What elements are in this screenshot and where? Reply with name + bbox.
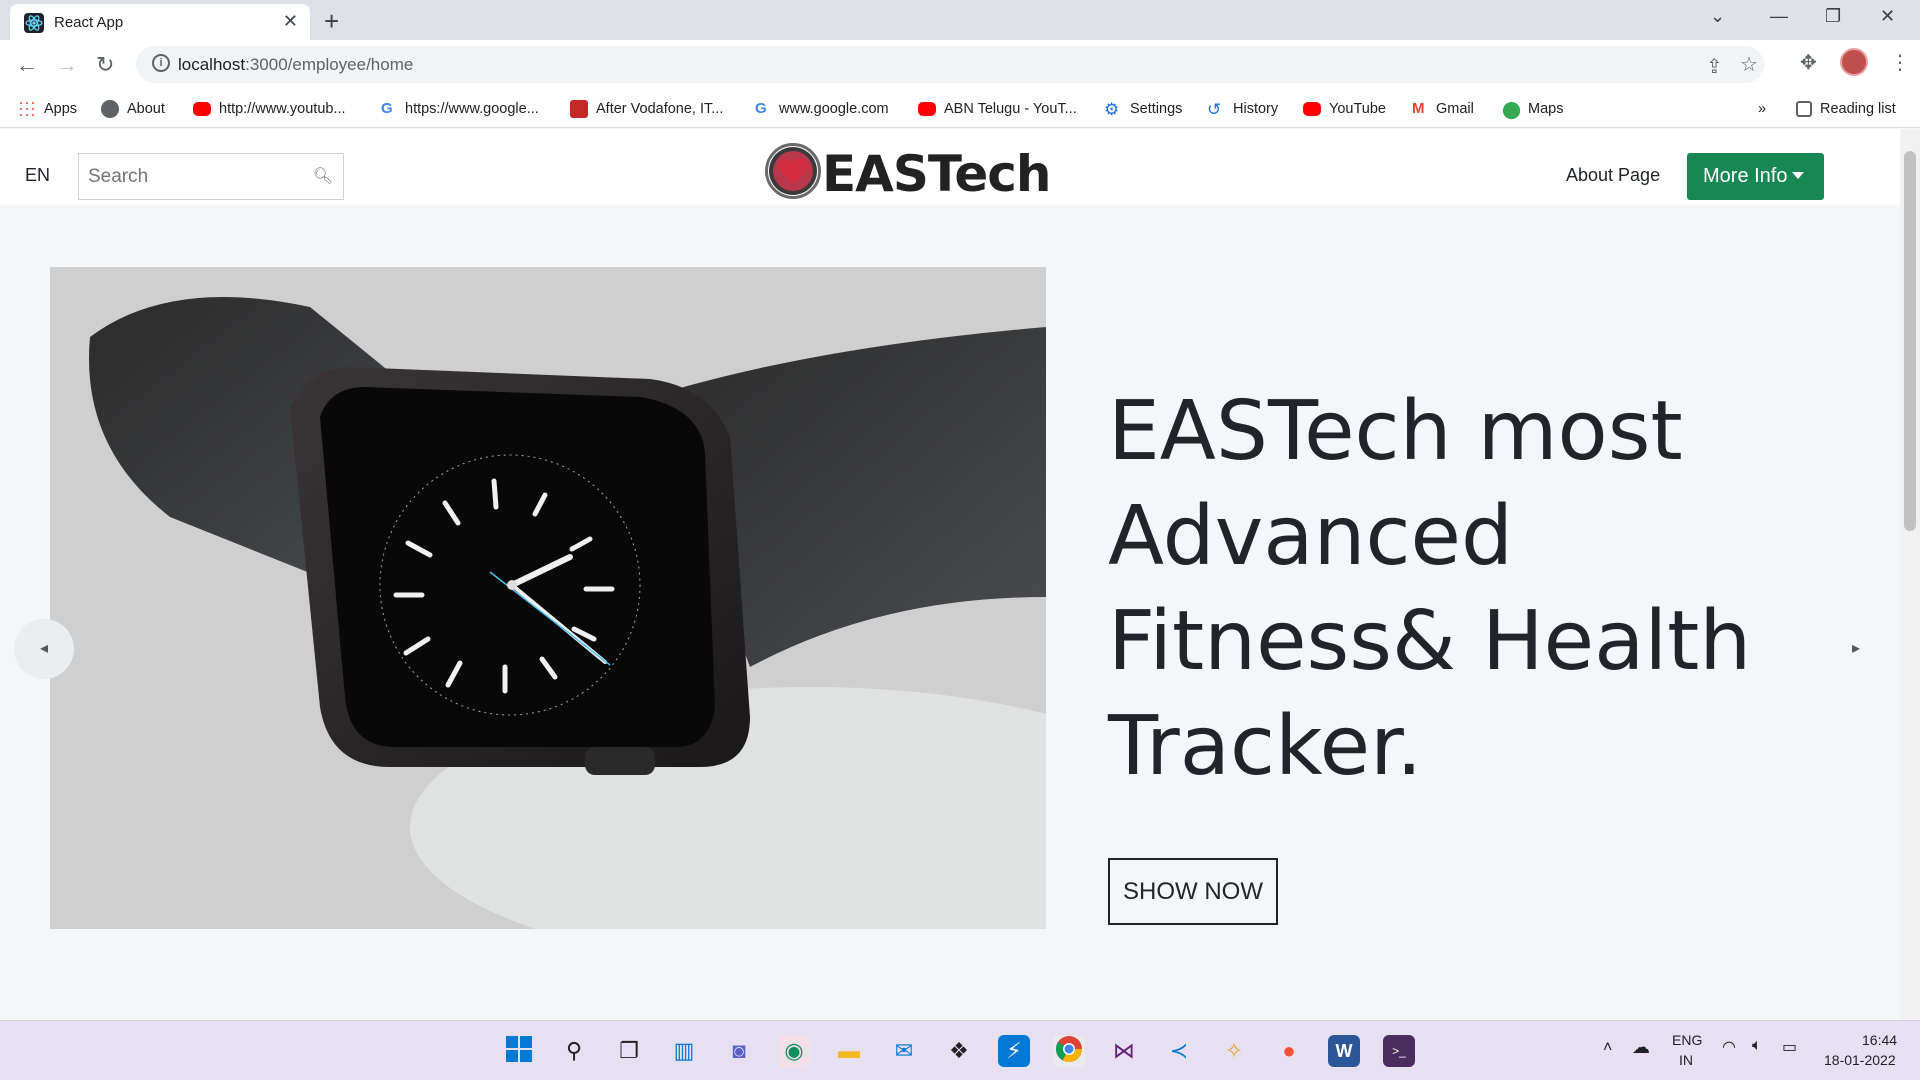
brand-logo[interactable] [765,143,821,199]
about-page-link[interactable]: About Page [1566,165,1660,186]
mail-icon[interactable]: ✉ [888,1035,920,1067]
address-bar[interactable]: i localhost:3000/employee/home ⇪ ☆ [136,46,1764,83]
postman-icon[interactable]: ● [1273,1035,1305,1067]
tray-chevron-icon[interactable]: ˄ [1603,1039,1612,1057]
forward-icon[interactable]: → [56,52,78,78]
tab-title: React App [54,14,124,31]
search-box: 🔍︎ [78,153,344,200]
browser-tab[interactable]: React App ✕ [10,4,310,40]
windows-start-icon[interactable] [503,1035,535,1067]
language-selector[interactable]: EN [25,165,50,186]
tab-search-icon[interactable]: ⌄ [1710,6,1725,27]
reading-list-icon [1796,101,1812,117]
bookmarks-bar: Apps About http://www.youtub... G https:… [0,90,1920,128]
react-favicon-icon [24,13,44,33]
youtube-icon [918,102,936,116]
restore-icon[interactable]: ❐ [1825,6,1841,27]
word-icon[interactable]: W [1328,1035,1360,1067]
hero-headline: EASTech most Advanced Fitness& Health Tr… [1108,384,1752,794]
teams-chat-icon[interactable]: ◙ [723,1035,755,1067]
volume-icon[interactable]: 🔈︎ [1752,1037,1762,1055]
history-icon: ↺ [1207,100,1222,119]
bookmark-youtube-link[interactable]: http://www.youtub... [193,98,346,120]
carousel-next-icon[interactable]: ▸ [1826,619,1886,679]
bookmark-youtube[interactable]: YouTube [1303,98,1386,120]
bookmark-vodafone[interactable]: After Vodafone, IT... [570,98,723,120]
gear-icon: ⚙ [1104,100,1120,119]
scrollbar-thumb[interactable] [1904,151,1916,531]
edge-icon[interactable]: ◉ [778,1035,810,1067]
clock-date[interactable]: 18-01-2022 [1824,1052,1896,1068]
close-tab-icon[interactable]: ✕ [283,11,298,32]
visual-studio-icon[interactable]: ⋈ [1108,1035,1140,1067]
google-icon: G [381,100,393,117]
apps-grid-icon [18,100,36,118]
bookmarks-overflow-icon[interactable]: » [1758,98,1766,120]
show-now-button[interactable]: SHOW NOW [1108,858,1278,925]
python-tool-icon[interactable]: ✧ [1218,1035,1250,1067]
news-icon [570,100,588,118]
new-tab-icon[interactable]: + [324,6,339,37]
site-info-icon[interactable]: i [152,54,170,72]
bookmark-maps[interactable]: ⬤ Maps [1502,98,1563,120]
vscode-icon[interactable]: ≺ [1163,1035,1195,1067]
brand-name[interactable]: EASTech [822,145,1051,203]
task-view-icon[interactable]: ❐ [613,1035,645,1067]
search-icon[interactable]: 🔍︎ [313,166,333,186]
menu-kebab-icon[interactable]: ⋮ [1890,50,1910,75]
reading-list-button[interactable]: Reading list [1796,98,1896,120]
bookmark-about[interactable]: About [101,98,165,120]
language-indicator-top[interactable]: ENG [1672,1032,1702,1048]
site-navbar: EN 🔍︎ EASTech About Page More Info [0,129,1900,205]
back-icon[interactable]: ← [16,52,38,78]
widgets-icon[interactable]: ▥ [668,1035,700,1067]
bookmark-abn-telugu[interactable]: ABN Telugu - YouT... [918,98,1077,120]
minimize-icon[interactable]: — [1770,6,1788,27]
browser-tab-bar: React App ✕ + ⌄ — ❐ ✕ [0,0,1920,40]
windows-taskbar: ⚲ ❐ ▥ ◙ ◉ ▬ ✉ ❖ ⚡ ⋈ ≺ ✧ ● W >_ ˄ ☁ ENG I… [0,1020,1920,1080]
bookmark-settings[interactable]: ⚙ Settings [1104,98,1182,120]
bookmark-history[interactable]: ↺ History [1207,98,1278,120]
page-scrollbar[interactable] [1900,129,1920,1020]
youtube-icon [193,102,211,116]
browser-toolbar: ← → ↻ i localhost:3000/employee/home ⇪ ☆… [0,40,1920,90]
globe-icon [101,100,119,118]
maps-pin-icon: ⬤ [1502,100,1522,119]
bookmark-google-com[interactable]: G www.google.com [755,98,889,120]
bookmark-apps[interactable]: Apps [18,98,77,120]
page-content: EN 🔍︎ EASTech About Page More Info [0,129,1900,1020]
more-info-dropdown-button[interactable]: More Info [1687,153,1824,200]
battery-icon[interactable]: ▭ [1782,1037,1797,1057]
dropbox-icon[interactable]: ❖ [943,1035,975,1067]
bookmark-star-icon[interactable]: ☆ [1740,52,1758,77]
language-indicator-bottom[interactable]: IN [1679,1052,1693,1068]
clock-time[interactable]: 16:44 [1862,1032,1897,1048]
caret-down-icon [1792,172,1805,179]
smartwatch-hero-image [50,267,1046,929]
terminal-icon[interactable]: >_ [1383,1035,1415,1067]
bookmark-gmail[interactable]: M Gmail [1412,98,1474,120]
onedrive-icon[interactable]: ☁ [1632,1037,1650,1058]
wifi-icon[interactable]: ◠ [1722,1037,1736,1057]
profile-avatar[interactable] [1840,48,1868,76]
search-input[interactable] [79,154,309,199]
carousel-prev-icon[interactable]: ◂ [14,619,74,679]
reload-icon[interactable]: ↻ [96,52,114,78]
share-icon[interactable]: ⇪ [1706,54,1723,79]
bookmark-google-link[interactable]: G https://www.google... [381,98,539,120]
file-explorer-icon[interactable]: ▬ [833,1035,865,1067]
search-taskbar-icon[interactable]: ⚲ [558,1035,590,1067]
azure-data-icon[interactable]: ⚡ [998,1035,1030,1067]
chrome-icon[interactable] [1053,1035,1085,1067]
url-text[interactable]: localhost:3000/employee/home [178,55,413,75]
gmail-icon: M [1412,100,1425,117]
extensions-icon[interactable]: ✥ [1800,50,1817,75]
youtube-icon [1303,102,1321,116]
window-close-icon[interactable]: ✕ [1880,6,1895,27]
google-icon: G [755,100,767,117]
